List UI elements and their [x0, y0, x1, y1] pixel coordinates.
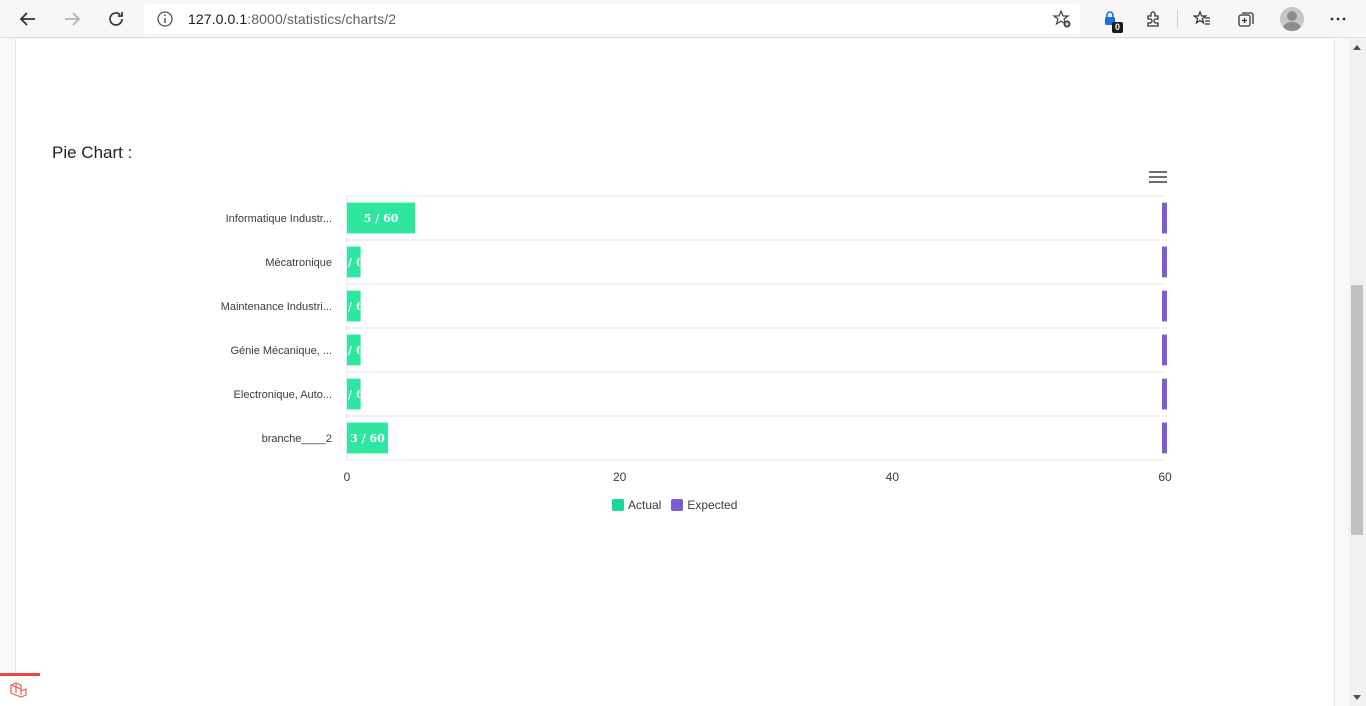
legend-label-actual: Actual — [628, 498, 662, 512]
category-label: branche____2 — [262, 433, 332, 445]
scroll-down-arrow[interactable] — [1353, 695, 1361, 700]
laravel-debug-corner[interactable] — [0, 673, 40, 706]
legend-label-expected: Expected — [687, 498, 738, 512]
vertical-scrollbar[interactable] — [1349, 39, 1366, 706]
category-label: Mécatronique — [265, 257, 332, 269]
x-tick-label: 20 — [613, 470, 627, 484]
x-tick-label: 0 — [344, 470, 351, 484]
expected-marker — [1162, 290, 1167, 322]
bar-data-label: 1 / 60 — [336, 300, 371, 313]
bar-chart: Informatique Industr... 5 / 60 Mécatroniqu… — [221, 195, 1172, 484]
expected-marker — [1162, 334, 1167, 366]
expected-marker — [1162, 202, 1167, 234]
scroll-up-arrow[interactable] — [1353, 45, 1361, 50]
category-label: Electronique, Auto... — [234, 389, 332, 401]
bar-data-label: 1 / 60 — [336, 256, 371, 269]
legend-swatch-expected — [671, 499, 684, 511]
expected-marker — [1162, 246, 1167, 278]
category-label: Génie Mécanique, ... — [230, 345, 332, 357]
bar-data-label: 3 / 60 — [350, 432, 385, 445]
chart-legend: Actual Expected — [612, 498, 747, 512]
bar-data-label: 5 / 60 — [364, 212, 399, 225]
scroll-thumb[interactable] — [1351, 285, 1363, 535]
legend-item-actual[interactable]: Actual — [612, 498, 661, 512]
legend-swatch-actual — [612, 499, 624, 511]
laravel-logo-icon — [10, 682, 27, 698]
x-tick-label: 60 — [1158, 470, 1172, 484]
expected-marker — [1162, 422, 1167, 454]
expected-marker — [1162, 378, 1167, 410]
category-label: Informatique Industr... — [226, 213, 332, 225]
x-tick-label: 40 — [886, 470, 900, 484]
category-label: Maintenance Industri... — [221, 301, 332, 313]
bar-data-label: 1 / 60 — [336, 388, 371, 401]
legend-item-expected[interactable]: Expected — [671, 498, 737, 512]
bar-data-label: 1 / 60 — [336, 344, 371, 357]
